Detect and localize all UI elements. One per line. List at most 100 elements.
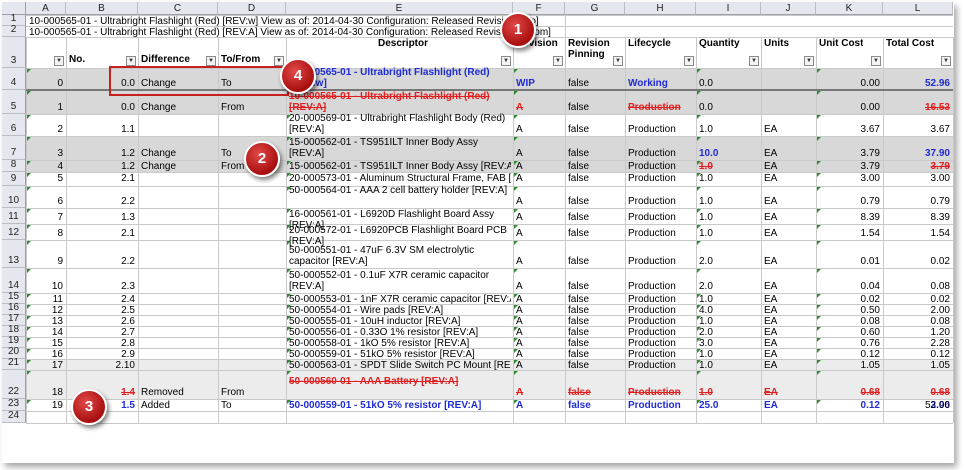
column-header-i[interactable]: I (696, 2, 761, 15)
cell-r19-g[interactable]: false (568, 338, 623, 349)
cell-r20-b[interactable]: 2.9 (66, 349, 135, 360)
cell-r4-f[interactable]: WIP (516, 78, 563, 89)
cell-r20-g[interactable]: false (568, 349, 623, 360)
cell-r19-f[interactable]: A (516, 338, 563, 349)
cell-r14-i[interactable]: 2.0 (699, 281, 759, 292)
column-header-k[interactable]: K (816, 2, 883, 15)
cell-r12-j[interactable]: EA (764, 228, 814, 239)
cell-r4-a[interactable]: 0 (26, 78, 63, 89)
cell-r22-g[interactable]: false (568, 387, 623, 398)
cell-r6-i[interactable]: 1.0 (699, 124, 759, 135)
cell-r22-a[interactable]: 18 (26, 387, 63, 398)
cell-r5-d[interactable]: From (221, 102, 284, 113)
cell-r8-f[interactable]: A (516, 161, 563, 172)
cell-r7-k[interactable]: 3.79 (816, 148, 880, 159)
cell-r8-i[interactable]: 1.0 (699, 161, 759, 172)
cell-r16-h[interactable]: Production (628, 305, 694, 316)
cell-r20-e[interactable]: 50-000559-01 - 51kO 5% resistor [REV:A] (289, 349, 511, 360)
cell-r8-l[interactable]: 3.79 (883, 161, 950, 172)
cell-r22-c[interactable]: Removed (141, 387, 216, 398)
cell-r11-g[interactable]: false (568, 212, 623, 223)
cell-r5-i[interactable]: 0.0 (699, 102, 759, 113)
cell-r22-j[interactable]: EA (764, 387, 814, 398)
filter-dropdown-b[interactable]: ▼ (126, 56, 136, 66)
cell-r23-g[interactable]: false (568, 400, 623, 411)
cell-r17-a[interactable]: 13 (26, 316, 63, 327)
column-header-e[interactable]: E (286, 2, 513, 15)
cell-r13-j[interactable]: EA (764, 256, 814, 267)
cell-r20-h[interactable]: Production (628, 349, 694, 360)
cell-r9-g[interactable]: false (568, 173, 623, 184)
cell-r22-i[interactable]: 1.0 (699, 387, 759, 398)
cell-r6-f[interactable]: A (516, 124, 563, 135)
cell-r9-a[interactable]: 5 (26, 173, 63, 184)
cell-r16-l[interactable]: 2.00 (883, 305, 950, 316)
cell-r11-l[interactable]: 8.39 (883, 212, 950, 223)
cell-r12-i[interactable]: 1.0 (699, 228, 759, 239)
cell-r7-i[interactable]: 10.0 (699, 148, 759, 159)
cell-r17-e[interactable]: 50-000555-01 - 10uH inductor [REV:A] (289, 316, 511, 327)
cell-r21-g[interactable]: false (568, 360, 623, 371)
cell-r13-g[interactable]: false (568, 256, 623, 267)
cell-r15-e[interactable]: 50-000553-01 - 1nF X7R ceramic capacitor… (289, 294, 511, 305)
cell-r15-g[interactable]: false (568, 294, 623, 305)
cell-r4-g[interactable]: false (568, 78, 623, 89)
row-header-10[interactable]: 10 (2, 186, 26, 208)
cell-r10-i[interactable]: 1.0 (699, 196, 759, 207)
cell-r23-j[interactable]: EA (764, 400, 814, 411)
cell-r12-a[interactable]: 8 (26, 228, 63, 239)
cell-r4-k[interactable]: 0.00 (816, 78, 880, 89)
cell-r7-c[interactable]: Change (141, 148, 216, 159)
cell-r18-j[interactable]: EA (764, 327, 814, 338)
cell-r8-a[interactable]: 4 (26, 161, 63, 172)
row-header-9[interactable]: 9 (2, 172, 26, 186)
cell-r9-i[interactable]: 1.0 (699, 173, 759, 184)
cell-r21-k[interactable]: 1.05 (816, 360, 880, 371)
row-header-6[interactable]: 6 (2, 114, 26, 136)
cell-r9-h[interactable]: Production (628, 173, 694, 184)
cell-r10-g[interactable]: false (568, 196, 623, 207)
cell-r20-l[interactable]: 0.12 (883, 349, 950, 360)
cell-r16-i[interactable]: 4.0 (699, 305, 759, 316)
cell-r9-b[interactable]: 2.1 (66, 173, 135, 184)
cell-r16-e[interactable]: 50-000554-01 - Wire pads [REV:A] (289, 305, 511, 316)
cell-r14-a[interactable]: 10 (26, 281, 63, 292)
cell-r7-j[interactable]: EA (764, 148, 814, 159)
cell-r12-f[interactable]: A (516, 228, 563, 239)
row-header-3[interactable]: 3 (2, 37, 26, 68)
cell-r10-b[interactable]: 2.2 (66, 196, 135, 207)
cell-r15-b[interactable]: 2.4 (66, 294, 135, 305)
cell-r18-e[interactable]: 50-000556-01 - 0.33O 1% resistor [REV:A] (289, 327, 511, 338)
cell-r18-f[interactable]: A (516, 327, 563, 338)
cell-r18-a[interactable]: 14 (26, 327, 63, 338)
cell-r15-k[interactable]: 0.02 (816, 294, 880, 305)
cell-r12-e[interactable]: 20-000572-01 - L6920PCB Flashlight Board… (289, 225, 511, 247)
cell-r15-a[interactable]: 11 (26, 294, 63, 305)
cell-r21-h[interactable]: Production (628, 360, 694, 371)
cell-r14-f[interactable]: A (516, 281, 563, 292)
cell-r4-e[interactable]: 10-000565-01 - Ultrabright Flashlight (R… (289, 67, 511, 89)
cell-r17-h[interactable]: Production (628, 316, 694, 327)
cell-r10-f[interactable]: A (516, 196, 563, 207)
cell-r13-a[interactable]: 9 (26, 256, 63, 267)
column-header-g[interactable]: G (565, 2, 625, 15)
cell-r9-k[interactable]: 3.00 (816, 173, 880, 184)
filter-dropdown-l[interactable]: ▼ (941, 56, 951, 66)
cell-r7-e[interactable]: 15-000562-01 - TS951ILT Inner Body Assy … (289, 137, 511, 159)
cell-r23-i[interactable]: 25.0 (699, 400, 759, 411)
cell-r8-e[interactable]: 15-000562-01 - TS951ILT Inner Body Assy … (289, 161, 511, 172)
cell-r10-a[interactable]: 6 (26, 196, 63, 207)
cell-r18-i[interactable]: 2.0 (699, 327, 759, 338)
cell-r13-f[interactable]: A (516, 256, 563, 267)
row-header-8[interactable]: 8 (2, 159, 26, 172)
cell-r5-c[interactable]: Change (141, 102, 216, 113)
cell-r13-l[interactable]: 0.02 (883, 256, 950, 267)
cell-r11-k[interactable]: 8.39 (816, 212, 880, 223)
cell-r8-b[interactable]: 1.2 (66, 161, 135, 172)
cell-r17-l[interactable]: 0.08 (883, 316, 950, 327)
cell-r4-i[interactable]: 0.0 (699, 78, 759, 89)
cell-r21-l[interactable]: 1.05 (883, 360, 950, 371)
cell-r6-k[interactable]: 3.67 (816, 124, 880, 135)
cell-r13-e[interactable]: 50-000551-01 - 47uF 6.3V SM electrolytic… (289, 245, 511, 267)
cell-r17-g[interactable]: false (568, 316, 623, 327)
